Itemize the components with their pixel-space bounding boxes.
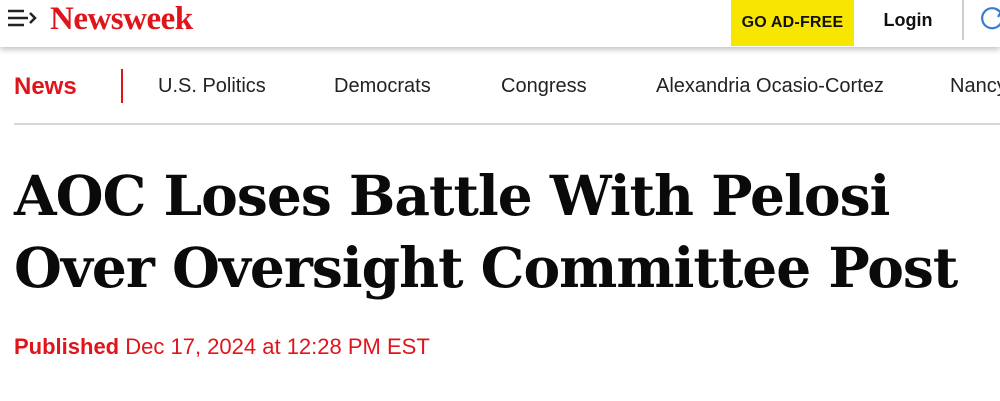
login-button[interactable]: Login — [868, 0, 948, 40]
nav-link-us-politics[interactable]: U.S. Politics — [158, 75, 266, 98]
nav-separator — [121, 69, 123, 103]
nav-divider — [14, 123, 1000, 125]
publish-info: Published Dec 17, 2024 at 12:28 PM EST — [14, 334, 430, 360]
nav-link-nancy[interactable]: Nancy — [950, 75, 1000, 98]
header-divider — [962, 0, 964, 40]
menu-icon[interactable] — [6, 7, 38, 29]
headline-line-2: Over Oversight Committee Post — [14, 235, 958, 300]
nav-link-democrats[interactable]: Democrats — [334, 75, 431, 98]
nav-section-news[interactable]: News — [14, 73, 77, 101]
published-date: Dec 17, 2024 at 12:28 PM EST — [125, 334, 430, 359]
nav-link-congress[interactable]: Congress — [501, 75, 587, 98]
published-label: Published — [14, 334, 120, 359]
nav-link-alexandria-ocasio-cortez[interactable]: Alexandria Ocasio-Cortez — [656, 75, 884, 98]
go-ad-free-button[interactable]: GO AD-FREE — [731, 0, 854, 46]
newsweek-logo[interactable]: Newsweek — [50, 1, 193, 37]
refresh-icon[interactable] — [978, 4, 1000, 32]
top-header: Newsweek GO AD-FREE Login — [0, 0, 1000, 47]
article-headline: AOC Loses Battle With Pelosi Over Oversi… — [14, 160, 994, 304]
headline-line-1: AOC Loses Battle With Pelosi — [14, 163, 890, 228]
